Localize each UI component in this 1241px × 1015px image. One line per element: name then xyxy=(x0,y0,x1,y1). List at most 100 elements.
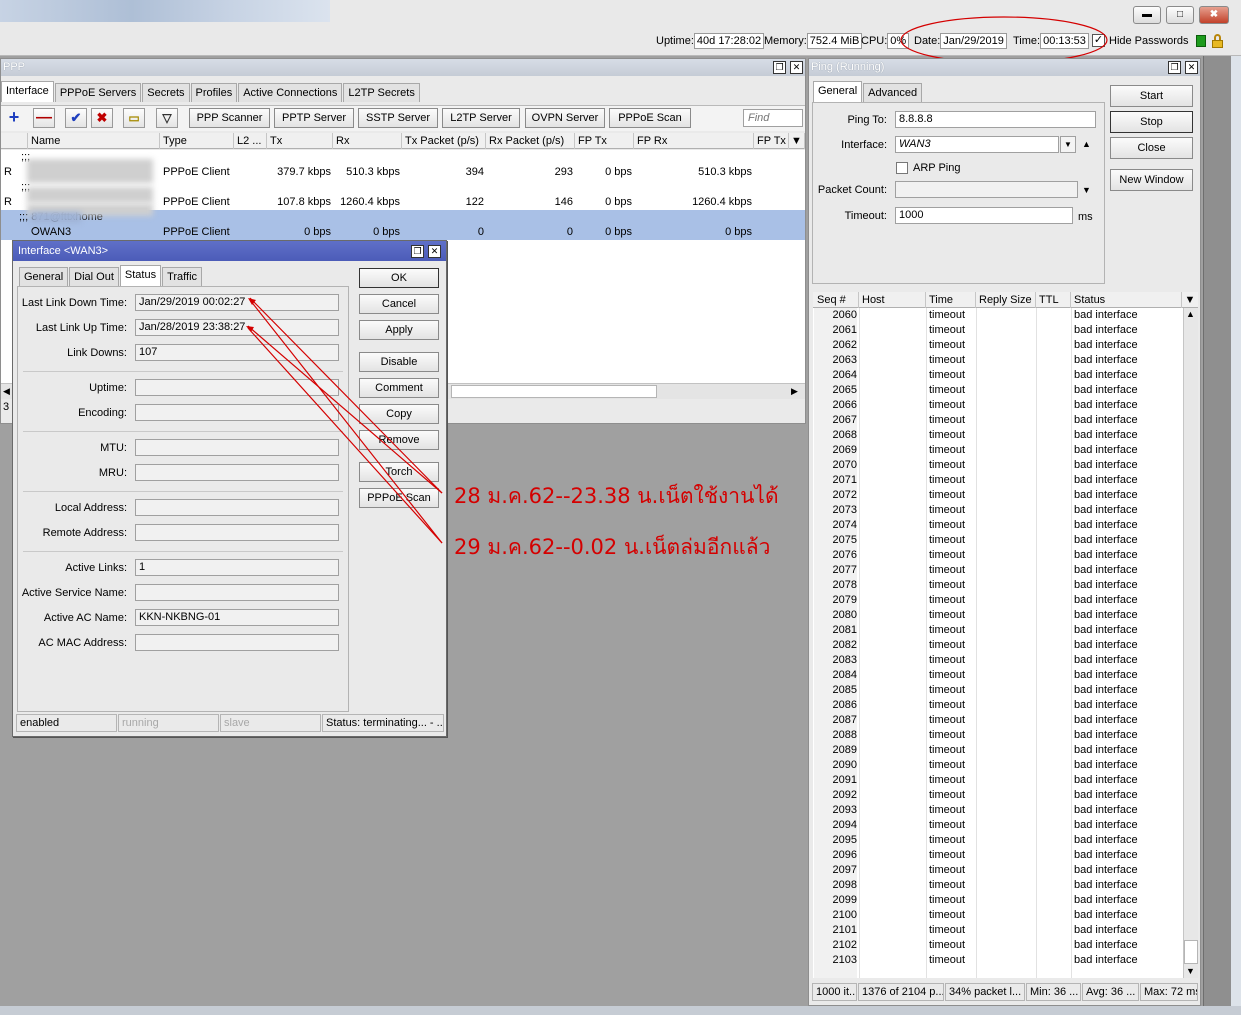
tab-l2tp-secrets[interactable]: L2TP Secrets xyxy=(343,83,420,102)
column-menu-icon[interactable]: ▼ xyxy=(789,133,805,149)
ping-row[interactable]: 2079 timeout bad interface xyxy=(813,593,1183,608)
ping-row[interactable]: 2083 timeout bad interface xyxy=(813,653,1183,668)
pptp-server-button[interactable]: PPTP Server xyxy=(274,108,354,128)
sstp-server-button[interactable]: SSTP Server xyxy=(358,108,438,128)
tab-secrets[interactable]: Secrets xyxy=(142,83,190,102)
ping-row[interactable]: 2078 timeout bad interface xyxy=(813,578,1183,593)
remove-button[interactable]: Remove xyxy=(359,430,439,450)
ok-button[interactable]: OK xyxy=(359,268,439,288)
tab-interface[interactable]: Interface xyxy=(1,81,54,102)
ping-vertical-scrollbar[interactable]: ▲ ▼ xyxy=(1183,308,1198,978)
ping-row[interactable]: 2068 timeout bad interface xyxy=(813,428,1183,443)
dialog-restore-button[interactable]: ❐ xyxy=(411,245,424,258)
col-l2[interactable]: L2 ... xyxy=(234,133,267,149)
ping-row[interactable]: 2091 timeout bad interface xyxy=(813,773,1183,788)
add-icon[interactable]: + xyxy=(3,108,25,128)
scroll-right-icon[interactable]: ▶ xyxy=(791,386,798,397)
ping-row[interactable]: 2089 timeout bad interface xyxy=(813,743,1183,758)
col-reply-size[interactable]: Reply Size xyxy=(976,292,1036,308)
col-seq[interactable]: Seq # xyxy=(813,292,859,308)
tab-ping-general[interactable]: General xyxy=(813,81,863,102)
ping-row[interactable]: 2090 timeout bad interface xyxy=(813,758,1183,773)
disable-icon[interactable]: ✖ xyxy=(91,108,113,128)
ping-row[interactable]: 2086 timeout bad interface xyxy=(813,698,1183,713)
ping-row[interactable]: 2092 timeout bad interface xyxy=(813,788,1183,803)
active-service-name-field[interactable] xyxy=(135,584,339,601)
col-tx-packet[interactable]: Tx Packet (p/s) xyxy=(402,133,486,149)
ping-row[interactable]: 2076 timeout bad interface xyxy=(813,548,1183,563)
link-downs-field[interactable]: 107 xyxy=(135,344,339,361)
ppp-close-button[interactable]: ✕ xyxy=(790,61,803,74)
ping-row[interactable]: 2103 timeout bad interface xyxy=(813,953,1183,968)
ping-row[interactable]: 2094 timeout bad interface xyxy=(813,818,1183,833)
ping-column-menu-icon[interactable]: ▼ xyxy=(1182,292,1198,308)
collapse-up-icon[interactable]: ▲ xyxy=(1082,139,1091,149)
filter-icon[interactable]: ▽ xyxy=(156,108,178,128)
ping-row[interactable]: 2098 timeout bad interface xyxy=(813,878,1183,893)
uptime-field[interactable] xyxy=(135,379,339,396)
col-time[interactable]: Time xyxy=(926,292,976,308)
col-tx[interactable]: Tx xyxy=(267,133,333,149)
ping-row[interactable]: 2064 timeout bad interface xyxy=(813,368,1183,383)
apply-button[interactable]: Apply xyxy=(359,320,439,340)
ping-row[interactable]: 2063 timeout bad interface xyxy=(813,353,1183,368)
col-ttl[interactable]: TTL xyxy=(1036,292,1071,308)
start-button[interactable]: Start xyxy=(1110,85,1193,107)
ping-row[interactable]: 2085 timeout bad interface xyxy=(813,683,1183,698)
tab-ping-advanced[interactable]: Advanced xyxy=(863,83,923,102)
ping-row[interactable]: 2097 timeout bad interface xyxy=(813,863,1183,878)
active-links-field[interactable]: 1 xyxy=(135,559,339,576)
ping-row[interactable]: 2099 timeout bad interface xyxy=(813,893,1183,908)
ping-row[interactable]: 2061 timeout bad interface xyxy=(813,323,1183,338)
col-name[interactable]: Name xyxy=(28,133,160,149)
ping-row[interactable]: 2101 timeout bad interface xyxy=(813,923,1183,938)
pppoe-scan-dialog-button[interactable]: PPPoE Scan xyxy=(359,488,439,508)
ac-mac-address-field[interactable] xyxy=(135,634,339,651)
ping-row[interactable]: 2081 timeout bad interface xyxy=(813,623,1183,638)
pppoe-scan-button[interactable]: PPPoE Scan xyxy=(609,108,691,128)
ppp-scanner-button[interactable]: PPP Scanner xyxy=(189,108,270,128)
last-link-up-field[interactable]: Jan/28/2019 23:38:27 xyxy=(135,319,339,336)
tab-dial-out[interactable]: Dial Out xyxy=(69,267,119,286)
ping-row[interactable]: 2080 timeout bad interface xyxy=(813,608,1183,623)
remote-address-field[interactable] xyxy=(135,524,339,541)
scroll-up-icon[interactable]: ▲ xyxy=(1186,309,1195,319)
ping-to-input[interactable]: 8.8.8.8 xyxy=(895,111,1096,128)
col-type[interactable]: Type xyxy=(160,133,234,149)
interface-select[interactable]: WAN3 xyxy=(895,136,1059,153)
col-status[interactable]: Status xyxy=(1071,292,1182,308)
ping-row[interactable]: 2093 timeout bad interface xyxy=(813,803,1183,818)
ping-row[interactable]: 2069 timeout bad interface xyxy=(813,443,1183,458)
ping-row[interactable]: 2074 timeout bad interface xyxy=(813,518,1183,533)
mru-field[interactable] xyxy=(135,464,339,481)
remove-icon[interactable]: — xyxy=(33,108,55,128)
ping-row[interactable]: 2070 timeout bad interface xyxy=(813,458,1183,473)
packet-count-input[interactable] xyxy=(895,181,1078,198)
ping-row[interactable]: 2073 timeout bad interface xyxy=(813,503,1183,518)
close-window-button[interactable]: ✖ xyxy=(1199,6,1229,24)
tab-traffic[interactable]: Traffic xyxy=(162,267,203,286)
ping-row[interactable]: 2095 timeout bad interface xyxy=(813,833,1183,848)
encoding-field[interactable] xyxy=(135,404,339,421)
dialog-close-button[interactable]: ✕ xyxy=(428,245,441,258)
col-fp-tx-2[interactable]: FP Tx xyxy=(754,133,789,149)
comment-button[interactable]: Comment xyxy=(359,378,439,398)
tab-pppoe-servers[interactable]: PPPoE Servers xyxy=(54,83,142,102)
col-rx-packet[interactable]: Rx Packet (p/s) xyxy=(486,133,575,149)
stop-button[interactable]: Stop xyxy=(1110,111,1193,133)
expand-down-icon[interactable]: ▼ xyxy=(1082,185,1091,195)
interface-dropdown-icon[interactable]: ▼ xyxy=(1060,136,1076,153)
scrollbar-thumb[interactable] xyxy=(451,385,657,398)
scroll-left-icon[interactable]: ◀ xyxy=(3,386,10,397)
tab-active-connections[interactable]: Active Connections xyxy=(238,83,343,102)
ping-row[interactable]: 2082 timeout bad interface xyxy=(813,638,1183,653)
ping-row[interactable]: 2096 timeout bad interface xyxy=(813,848,1183,863)
comment-icon[interactable]: ▭ xyxy=(123,108,145,128)
ping-row[interactable]: 2077 timeout bad interface xyxy=(813,563,1183,578)
maximize-button[interactable]: □ xyxy=(1166,6,1194,24)
ppp-restore-button[interactable]: ❐ xyxy=(773,61,786,74)
ping-row[interactable]: 2087 timeout bad interface xyxy=(813,713,1183,728)
ovpn-server-button[interactable]: OVPN Server xyxy=(525,108,605,128)
ping-close-button[interactable]: ✕ xyxy=(1185,61,1198,74)
minimize-button[interactable]: ▬ xyxy=(1133,6,1161,24)
